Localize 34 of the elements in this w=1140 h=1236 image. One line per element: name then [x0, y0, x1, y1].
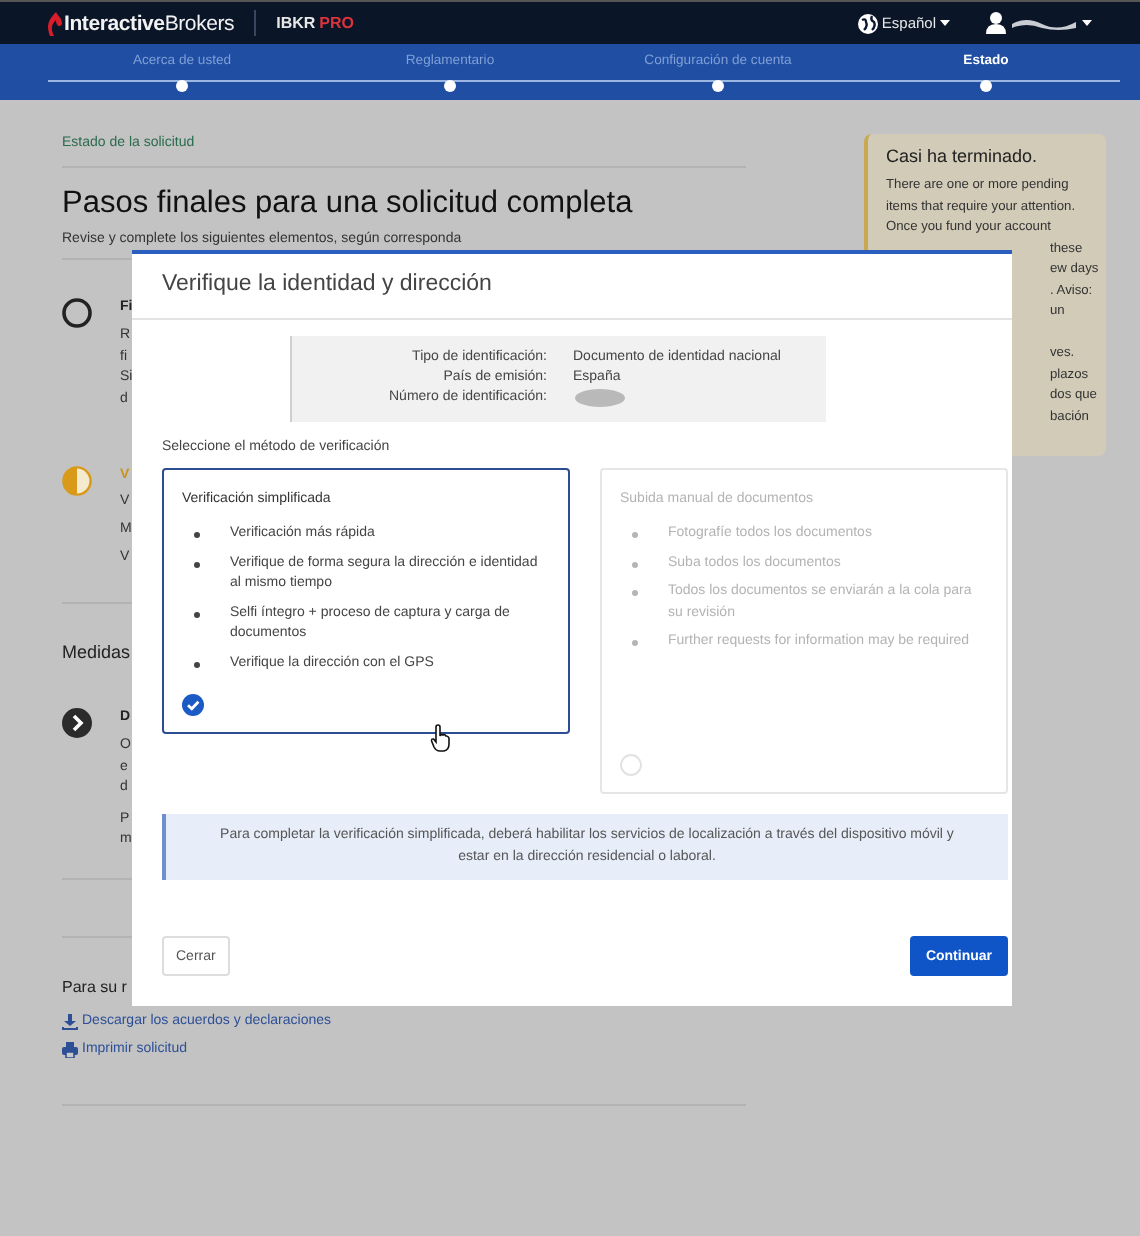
- bullet-icon: [632, 590, 638, 596]
- printer-icon: [62, 1041, 78, 1057]
- chevron-circle-icon: [62, 708, 92, 738]
- logo[interactable]: InteractiveBrokers: [64, 11, 235, 35]
- caret-icon: [940, 20, 950, 26]
- step-dot: [712, 80, 724, 92]
- hand-cursor-icon: [430, 724, 452, 752]
- edition-label: PRO: [319, 14, 355, 32]
- bullet-icon: [194, 561, 200, 567]
- section-title: Para su r: [62, 975, 127, 997]
- step-dot: [444, 80, 456, 92]
- page-title: Pasos finales para una solicitud completa: [62, 184, 635, 222]
- bullet-icon: [194, 532, 200, 538]
- dialog-title: Verifique la identidad y dirección: [132, 254, 1012, 320]
- notice-title: Casi ha terminado.: [886, 146, 1040, 168]
- half-circle-icon: [62, 466, 92, 496]
- flame-icon: [46, 11, 62, 35]
- user-icon: [986, 12, 1006, 34]
- globe-icon: [857, 13, 878, 33]
- bullet-icon: [632, 532, 638, 538]
- step-dot: [176, 80, 188, 92]
- bullet-icon: [632, 561, 638, 567]
- bullet-icon: [194, 661, 200, 667]
- bullet-icon: [194, 611, 200, 617]
- bullet-icon: [632, 640, 638, 646]
- download-icon: [62, 1013, 78, 1029]
- check-circle-icon: [182, 694, 204, 716]
- caret-icon: [1082, 20, 1092, 26]
- step-dot: [980, 80, 992, 92]
- section-title: Medidas: [62, 642, 131, 664]
- method-card[interactable]: [162, 468, 570, 734]
- radio-icon: [620, 754, 642, 776]
- circle-icon: [62, 298, 92, 328]
- product-name: IBKR: [276, 14, 316, 32]
